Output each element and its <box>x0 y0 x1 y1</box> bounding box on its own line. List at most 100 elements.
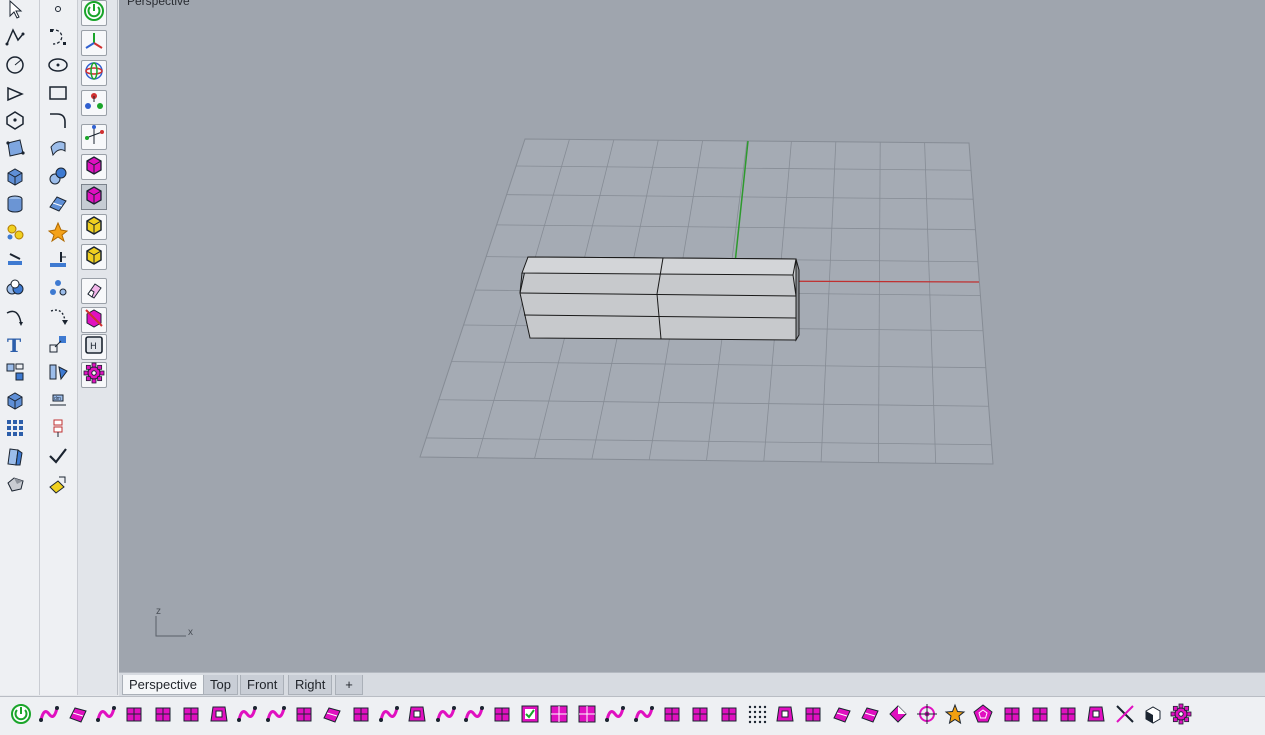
tab-front[interactable]: Front <box>240 675 285 695</box>
trim-button[interactable] <box>659 703 685 729</box>
split-button[interactable] <box>631 703 657 729</box>
diamond-button[interactable] <box>885 703 911 729</box>
eraser-button[interactable] <box>81 278 107 304</box>
cross-button[interactable] <box>602 703 628 729</box>
checkbox-button[interactable] <box>517 703 543 729</box>
flat-surface-button[interactable] <box>1055 703 1081 729</box>
gear-button[interactable] <box>81 362 107 388</box>
comb-button[interactable] <box>999 703 1025 729</box>
gumball-button[interactable] <box>81 30 107 56</box>
perspective-viewport[interactable]: Perspective z x <box>119 0 1265 672</box>
point-button[interactable] <box>45 0 71 24</box>
curve-from-object-button[interactable] <box>2 305 28 331</box>
mirror-button[interactable] <box>45 361 71 387</box>
power-button[interactable] <box>81 0 107 26</box>
render-box-button[interactable] <box>2 389 28 415</box>
arch-button[interactable] <box>291 703 317 729</box>
dots-grid-button[interactable] <box>744 703 770 729</box>
scissor-button[interactable] <box>829 703 855 729</box>
frames-button[interactable] <box>404 703 430 729</box>
sphere-mesh-button[interactable] <box>65 703 91 729</box>
shade-button[interactable] <box>2 473 28 499</box>
box-solid-button[interactable] <box>36 703 62 729</box>
cube-yellow-outline-button[interactable] <box>81 244 107 270</box>
frame-surface-button[interactable] <box>376 703 402 729</box>
project-button[interactable] <box>45 249 71 275</box>
corner-button[interactable] <box>772 703 798 729</box>
layout-button[interactable]: dm <box>45 389 71 415</box>
array-button[interactable] <box>2 417 28 443</box>
circle-button[interactable] <box>2 54 28 80</box>
settings-gear-button[interactable] <box>1168 703 1194 729</box>
scatter-points-button[interactable] <box>45 277 71 303</box>
extrude-button[interactable] <box>319 703 345 729</box>
x-cross-button[interactable] <box>1112 703 1138 729</box>
surface-from-points-button[interactable] <box>2 137 28 163</box>
viewport-scene[interactable] <box>119 0 1265 672</box>
cube-yellow-button[interactable] <box>81 214 107 240</box>
curve-button[interactable] <box>45 26 71 52</box>
rectangle-button[interactable] <box>45 82 71 108</box>
gate-button[interactable] <box>489 703 515 729</box>
boolean-button[interactable] <box>2 277 28 303</box>
dimension-button[interactable] <box>2 445 28 471</box>
solid-box-button[interactable] <box>2 165 28 191</box>
blend-button[interactable] <box>93 703 119 729</box>
fold-button[interactable] <box>178 703 204 729</box>
tab-right[interactable]: Right <box>288 675 333 695</box>
tab-top[interactable]: Top <box>203 675 238 695</box>
ellipse-button[interactable] <box>45 54 71 80</box>
polygon-button[interactable] <box>2 109 28 135</box>
frame-button[interactable]: H <box>81 334 107 360</box>
snap-points-button[interactable] <box>81 90 107 116</box>
cylinder-button[interactable] <box>2 193 28 219</box>
flag-button[interactable] <box>1027 703 1053 729</box>
grid-button[interactable] <box>546 703 572 729</box>
group-button[interactable] <box>2 361 28 387</box>
bend-button[interactable] <box>348 703 374 729</box>
cube-magenta-selected-button[interactable] <box>81 184 107 210</box>
text-button[interactable]: T <box>2 333 28 359</box>
waffle-button[interactable] <box>1083 703 1109 729</box>
wire-box-button[interactable] <box>150 703 176 729</box>
extrude-surface-button[interactable] <box>45 137 71 163</box>
panel-button[interactable] <box>433 703 459 729</box>
tee-button[interactable] <box>857 703 883 729</box>
flow-button[interactable] <box>687 703 713 729</box>
hand-button[interactable] <box>800 703 826 729</box>
check-button[interactable] <box>45 445 71 471</box>
cube-magenta-button[interactable] <box>81 154 107 180</box>
explode-button[interactable] <box>45 221 71 247</box>
viewport-title[interactable]: Perspective <box>127 0 190 8</box>
star-button[interactable] <box>942 703 968 729</box>
scale-button[interactable] <box>45 333 71 359</box>
rotate-points-button[interactable] <box>234 703 260 729</box>
orbit-button[interactable] <box>81 60 107 86</box>
paint-button[interactable] <box>45 473 71 499</box>
sphere-button[interactable] <box>45 165 71 191</box>
select-arrow-button[interactable] <box>2 0 28 24</box>
transform-button[interactable] <box>2 249 28 275</box>
polyline-button[interactable] <box>2 26 28 52</box>
box-end-face[interactable] <box>795 258 800 342</box>
target-button[interactable] <box>914 703 940 729</box>
pentagon-button[interactable] <box>970 703 996 729</box>
fillet-curve-button[interactable] <box>45 109 71 135</box>
rotate-button[interactable] <box>45 305 71 331</box>
add-tab-button[interactable]: + <box>335 675 363 695</box>
axis-button[interactable] <box>81 124 107 150</box>
box-top-face[interactable] <box>521 256 797 276</box>
twist-button[interactable] <box>263 703 289 729</box>
branch-button[interactable] <box>206 703 232 729</box>
delete-object-button[interactable] <box>81 307 107 333</box>
tab-perspective[interactable]: Perspective <box>122 675 204 695</box>
tiles-button[interactable] <box>574 703 600 729</box>
arc-button[interactable] <box>2 82 28 108</box>
tube-button[interactable] <box>716 703 742 729</box>
align-button[interactable] <box>45 417 71 443</box>
planar-surface-button[interactable] <box>45 193 71 219</box>
mesh-tools-button[interactable] <box>2 221 28 247</box>
power-button[interactable] <box>8 703 34 729</box>
cage-edit-button[interactable] <box>461 703 487 729</box>
cage-button[interactable] <box>121 703 147 729</box>
